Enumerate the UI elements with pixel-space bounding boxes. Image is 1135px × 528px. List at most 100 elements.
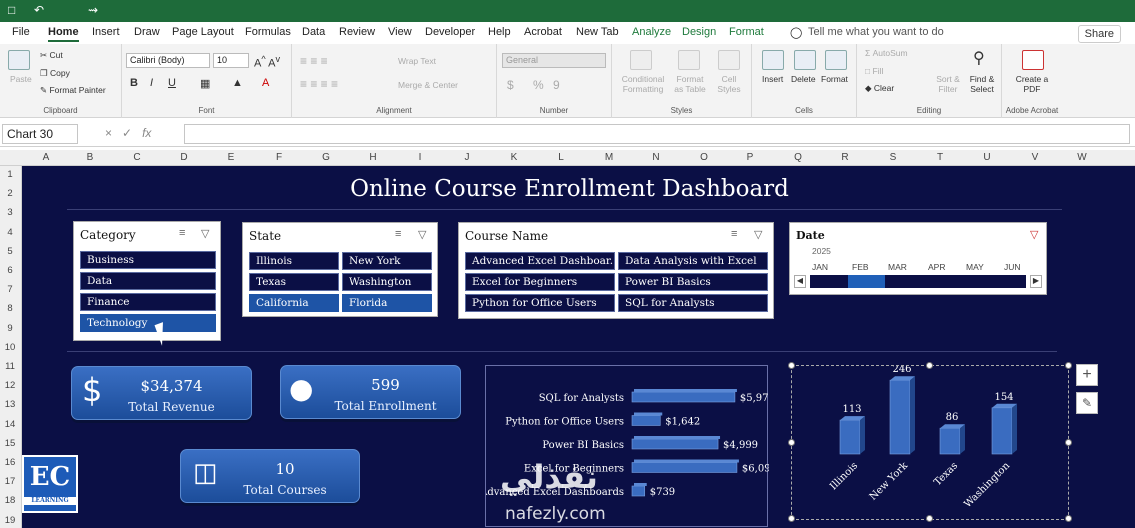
- copy-button[interactable]: ❐ Copy: [40, 68, 70, 79]
- menu-home[interactable]: Home: [48, 26, 79, 42]
- timeline-scroll-left[interactable]: ◀: [794, 275, 806, 288]
- format-painter-button[interactable]: ✎ Format Painter: [40, 85, 106, 96]
- menu-data[interactable]: Data: [302, 26, 325, 38]
- menu-formulas[interactable]: Formulas: [245, 26, 291, 38]
- create-pdf-button[interactable]: Create a PDF: [1012, 74, 1052, 94]
- course-slicer[interactable]: Course Name ≡ ▽ Advanced Excel Dashboar.…: [458, 222, 774, 319]
- fill-color-icon[interactable]: ▲: [232, 77, 243, 89]
- insert-cells-icon[interactable]: [762, 50, 784, 70]
- percent-button[interactable]: %: [533, 78, 544, 92]
- menu-format[interactable]: Format: [729, 26, 764, 38]
- share-button[interactable]: Share: [1077, 25, 1121, 43]
- slicer-item-technology[interactable]: Technology: [80, 314, 216, 332]
- row-header-15[interactable]: 15: [0, 438, 20, 449]
- align-left-icon[interactable]: ≡ ≡ ≡ ≡: [300, 77, 338, 91]
- conditional-formatting-icon[interactable]: [630, 50, 652, 70]
- resize-handle[interactable]: [788, 362, 795, 369]
- slicer-item-data[interactable]: Data: [80, 272, 216, 290]
- clear-filter-icon[interactable]: ▽: [1030, 228, 1038, 241]
- column-header-d[interactable]: D: [178, 152, 190, 163]
- currency-button[interactable]: $: [507, 78, 514, 92]
- column-header-c[interactable]: C: [131, 152, 143, 163]
- column-header-a[interactable]: A: [40, 152, 52, 163]
- borders-icon[interactable]: ▦: [200, 77, 210, 90]
- slicer-item-washington[interactable]: Washington: [342, 273, 432, 291]
- slicer-item-california[interactable]: California: [249, 294, 339, 312]
- delete-cells-icon[interactable]: [794, 50, 816, 70]
- format-cells-icon[interactable]: [825, 50, 847, 70]
- slicer-item-python[interactable]: Python for Office Users: [465, 294, 615, 312]
- menu-developer[interactable]: Developer: [425, 26, 475, 38]
- column-header-r[interactable]: R: [839, 152, 851, 163]
- column-header-q[interactable]: Q: [792, 152, 804, 163]
- chart-elements-button[interactable]: +: [1076, 364, 1098, 386]
- italic-button[interactable]: I: [150, 77, 153, 89]
- menu-acrobat[interactable]: Acrobat: [524, 26, 562, 38]
- undo-icon[interactable]: ↶: [34, 3, 44, 17]
- category-slicer[interactable]: Category ≡ ▽ Business Data Finance Techn…: [73, 221, 221, 341]
- column-header-s[interactable]: S: [887, 152, 899, 163]
- font-color-icon[interactable]: A: [262, 77, 269, 89]
- column-header-o[interactable]: O: [698, 152, 710, 163]
- underline-button[interactable]: U: [168, 77, 176, 89]
- clear-button[interactable]: ◆ Clear: [865, 83, 894, 94]
- row-header-8[interactable]: 8: [0, 303, 20, 314]
- find-select-button[interactable]: Find & Select: [965, 74, 999, 94]
- row-header-7[interactable]: 7: [0, 284, 20, 295]
- tell-me-search[interactable]: Tell me what you want to do: [808, 26, 944, 38]
- bold-button[interactable]: B: [130, 77, 138, 89]
- resize-handle[interactable]: [1065, 439, 1072, 446]
- cell-styles-icon[interactable]: [718, 50, 740, 70]
- menu-view[interactable]: View: [388, 26, 412, 38]
- column-header-e[interactable]: E: [225, 152, 237, 163]
- menu-review[interactable]: Review: [339, 26, 375, 38]
- name-box[interactable]: Chart 30: [2, 124, 78, 144]
- wrap-text-button[interactable]: Wrap Text: [398, 56, 436, 66]
- slicer-item-finance[interactable]: Finance: [80, 293, 216, 311]
- comma-button[interactable]: 9: [553, 78, 560, 92]
- row-header-17[interactable]: 17: [0, 476, 20, 487]
- font-size-dropdown[interactable]: 10: [213, 53, 249, 68]
- format-cells-button[interactable]: Format: [821, 74, 848, 84]
- save-icon[interactable]: □: [8, 3, 15, 17]
- row-header-9[interactable]: 9: [0, 323, 20, 334]
- column-header-n[interactable]: N: [650, 152, 662, 163]
- insert-cells-button[interactable]: Insert: [762, 74, 783, 84]
- resize-handle[interactable]: [788, 439, 795, 446]
- clear-filter-icon[interactable]: ▽: [754, 228, 762, 241]
- row-header-3[interactable]: 3: [0, 207, 20, 218]
- column-header-i[interactable]: I: [414, 152, 426, 163]
- resize-handle[interactable]: [1065, 515, 1072, 522]
- row-header-5[interactable]: 5: [0, 246, 20, 257]
- column-header-j[interactable]: J: [461, 152, 473, 163]
- column-header-g[interactable]: G: [320, 152, 332, 163]
- column-header-u[interactable]: U: [981, 152, 993, 163]
- resize-handle[interactable]: [926, 362, 933, 369]
- slicer-item-florida[interactable]: Florida: [342, 294, 432, 312]
- autosum-button[interactable]: Σ AutoSum: [865, 48, 908, 58]
- conditional-formatting-button[interactable]: Conditional Formatting: [618, 74, 668, 94]
- format-table-button[interactable]: Format as Table: [672, 74, 708, 94]
- sort-filter-button[interactable]: Sort & Filter: [933, 74, 963, 94]
- pdf-icon[interactable]: [1022, 50, 1044, 70]
- row-header-18[interactable]: 18: [0, 495, 20, 506]
- merge-center-button[interactable]: Merge & Center: [398, 80, 458, 90]
- resize-handle[interactable]: [926, 515, 933, 522]
- menu-draw[interactable]: Draw: [134, 26, 160, 38]
- number-format-dropdown[interactable]: General: [502, 53, 606, 68]
- clear-filter-icon[interactable]: ▽: [201, 227, 209, 240]
- column-header-v[interactable]: V: [1029, 152, 1041, 163]
- enrollment-by-state-chart[interactable]: 113 Illinois 246 New York 86 Texas 154 Washingt…: [791, 364, 1069, 520]
- slicer-item-texas[interactable]: Texas: [249, 273, 339, 291]
- menu-page-layout[interactable]: Page Layout: [172, 26, 234, 38]
- row-header-2[interactable]: 2: [0, 188, 20, 199]
- menu-analyze[interactable]: Analyze: [632, 26, 671, 38]
- column-header-l[interactable]: L: [555, 152, 567, 163]
- paste-button[interactable]: Paste: [10, 74, 32, 84]
- row-header-13[interactable]: 13: [0, 399, 20, 410]
- resize-handle[interactable]: [788, 515, 795, 522]
- column-header-m[interactable]: M: [603, 152, 615, 163]
- row-header-6[interactable]: 6: [0, 265, 20, 276]
- format-table-icon[interactable]: [678, 50, 700, 70]
- column-header-k[interactable]: K: [508, 152, 520, 163]
